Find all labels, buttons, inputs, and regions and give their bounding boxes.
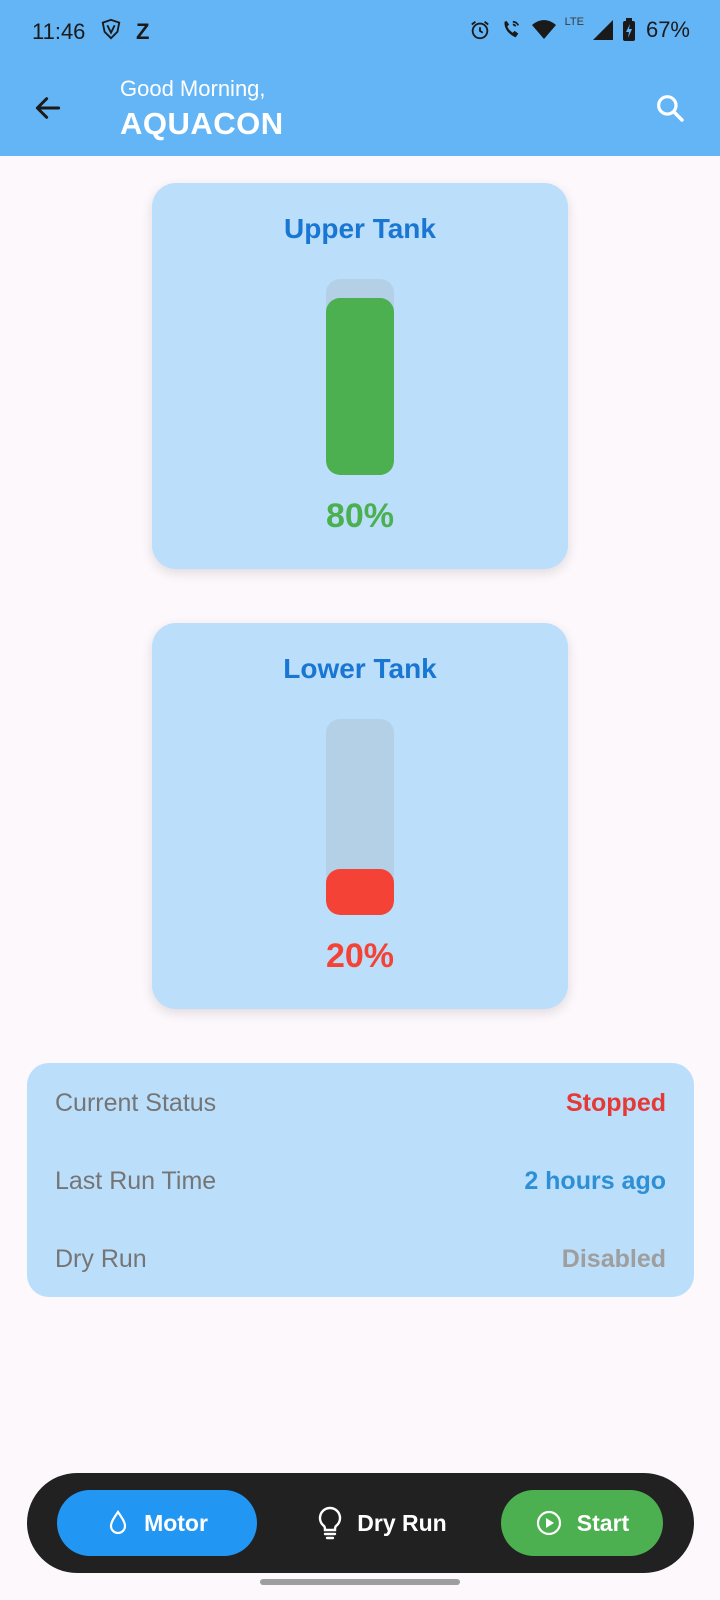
z-icon: Z <box>136 19 150 44</box>
back-button[interactable] <box>28 88 68 128</box>
motor-status-card: Current Status Stopped Last Run Time 2 h… <box>27 1063 694 1297</box>
search-icon <box>657 95 684 122</box>
status-label: Current Status <box>55 1088 217 1117</box>
status-value: Stopped <box>566 1088 666 1117</box>
dry-run-button-label: Dry Run <box>357 1509 447 1536</box>
lower-tank-title: Lower Tank <box>283 653 437 684</box>
upper-tank-card: Upper Tank 80% <box>152 183 568 569</box>
status-left-icons: Z <box>100 18 149 46</box>
app-screen: 11:46 Z LTE 67% Good Morning, AQUACON Up… <box>0 0 720 1600</box>
status-row-dry-run: Dry Run Disabled <box>55 1241 666 1277</box>
play-circle-icon <box>536 1510 561 1536</box>
motor-button-label: Motor <box>144 1509 208 1536</box>
lower-tank-card: Lower Tank 20% <box>152 623 568 1009</box>
status-row-current-status: Current Status Stopped <box>55 1085 666 1121</box>
upper-tank-percent: 80% <box>325 497 395 535</box>
motor-button[interactable]: Motor <box>57 1490 257 1556</box>
greeting-text: Good Morning, <box>120 76 266 101</box>
status-label: Dry Run <box>55 1244 147 1273</box>
start-button-label: Start <box>576 1509 630 1536</box>
upper-tank-level-fill <box>326 298 394 475</box>
alarm-icon <box>469 19 491 41</box>
status-value: Disabled <box>561 1244 666 1273</box>
arrow-back-icon <box>35 97 61 119</box>
dry-run-button[interactable]: Dry Run <box>297 1490 467 1556</box>
status-value: 2 hours ago <box>524 1166 666 1195</box>
lightbulb-icon <box>319 1506 342 1540</box>
lte-label: LTE <box>564 16 584 28</box>
signal-icon <box>592 19 614 41</box>
battery-charging-icon <box>622 18 636 42</box>
upper-tank-gauge <box>326 279 394 475</box>
app-header: 11:46 Z LTE 67% Good Morning, AQUACON <box>0 0 720 156</box>
lower-tank-gauge <box>326 719 394 915</box>
status-time: 11:46 <box>32 19 86 44</box>
status-row-last-run-time: Last Run Time 2 hours ago <box>55 1163 666 1199</box>
lower-tank-percent: 20% <box>325 937 395 975</box>
vpn-shield-icon <box>100 18 122 46</box>
bottom-action-bar: Motor Dry Run Start <box>27 1473 694 1573</box>
upper-tank-title: Upper Tank <box>284 213 436 244</box>
battery-percent: 67% <box>645 17 690 42</box>
search-button[interactable] <box>650 88 690 128</box>
app-title: AQUACON <box>120 106 284 141</box>
wifi-icon <box>531 19 557 41</box>
status-label: Last Run Time <box>55 1166 217 1195</box>
start-button[interactable]: Start <box>501 1490 663 1556</box>
wifi-call-icon <box>499 19 523 41</box>
home-indicator[interactable] <box>260 1579 460 1585</box>
lower-tank-level-fill <box>326 869 394 915</box>
status-right-icons: LTE 67% <box>469 16 690 43</box>
status-bar: 11:46 Z LTE 67% <box>0 0 720 64</box>
water-drop-icon <box>109 1510 127 1535</box>
